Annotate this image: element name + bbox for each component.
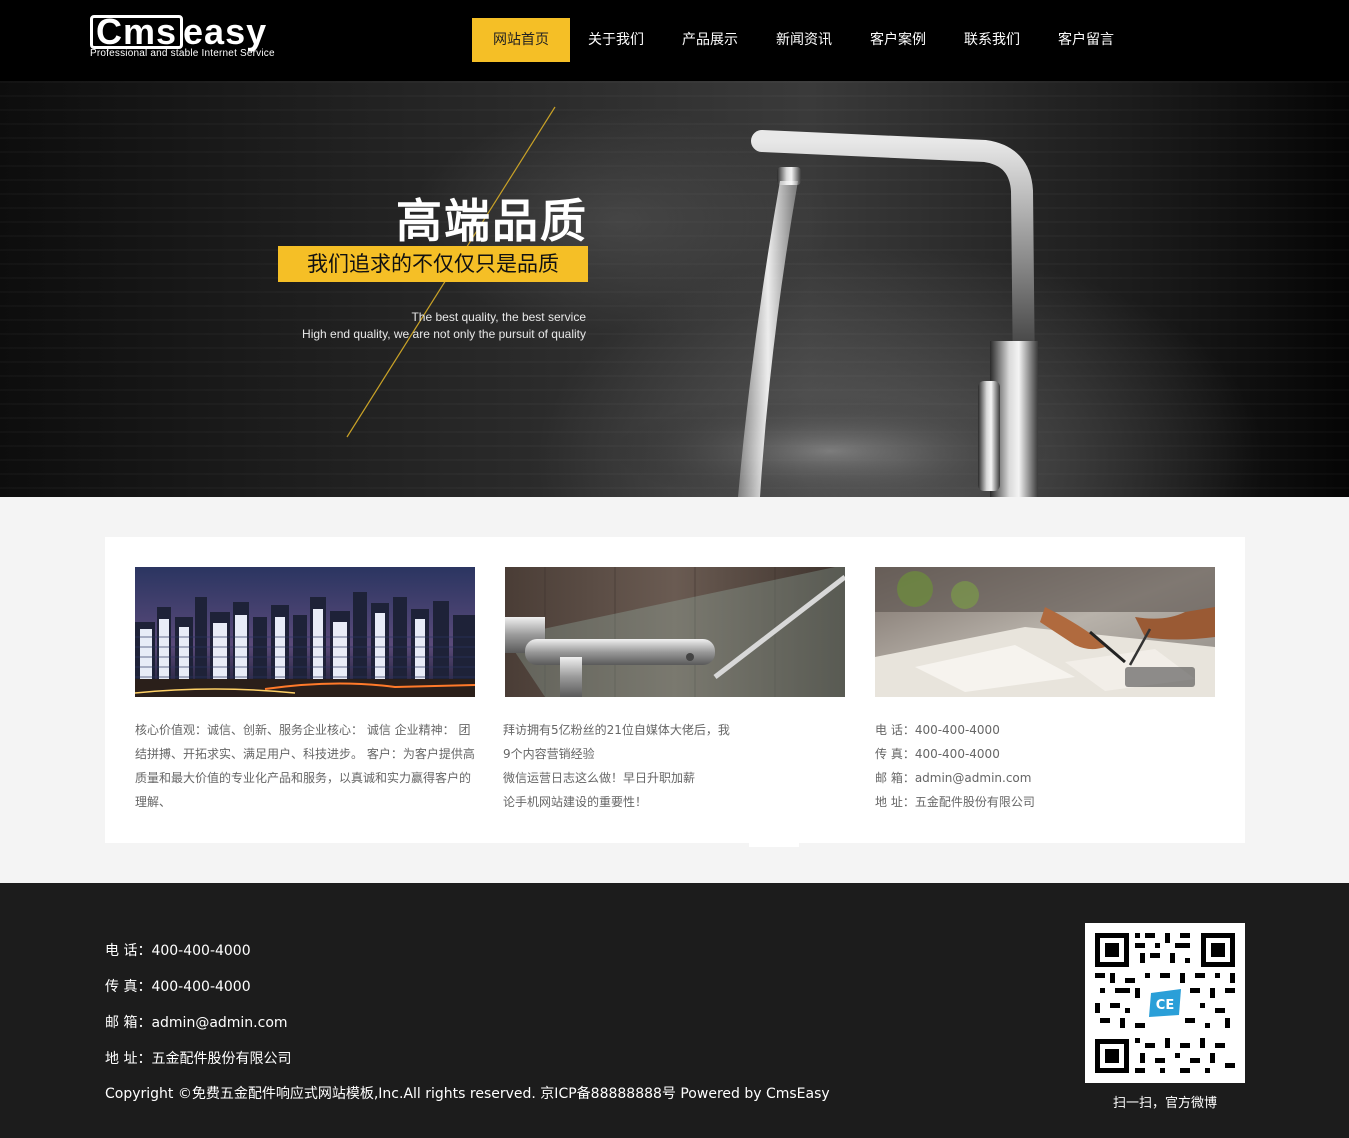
logo-rest-text: easy bbox=[183, 11, 268, 52]
card-about: 核心价值观：诚信、创新、服务企业核心： 诚信 企业精神： 团 结拼搏、开拓求实、… bbox=[135, 567, 475, 814]
hero-banner[interactable]: 高端品质 我们追求的不仅仅只是品质 The best quality, the … bbox=[0, 81, 1349, 497]
card-about-line: 质量和最大价值的专业化产品和服务，以真诚和实力赢得客户的 bbox=[135, 771, 472, 785]
city-skyline-image[interactable] bbox=[135, 567, 475, 697]
footer-phone: 电 话：400-400-4000 bbox=[105, 943, 251, 959]
nav-products[interactable]: 产品展示 bbox=[664, 18, 758, 62]
qr-code-icon: CE bbox=[1085, 923, 1245, 1083]
logo-tagline: Professional and stable Internet Service bbox=[90, 48, 275, 59]
contact-fax: 传 真：400-400-4000 bbox=[875, 747, 1000, 761]
qr-logo-text: CE bbox=[1156, 998, 1174, 1013]
card-about-line: 核心价值观：诚信、创新、服务企业核心： 诚信 企业精神： 团 bbox=[135, 723, 471, 737]
contact-address: 地 址：五金配件股份有限公司 bbox=[875, 795, 1035, 809]
banner-title: 高端品质 bbox=[396, 194, 588, 248]
news-link[interactable]: 拜访拥有5亿粉丝的21位自媒体大佬后，我 bbox=[503, 718, 845, 742]
business-hands-image[interactable] bbox=[875, 567, 1215, 697]
chrome-fixture-image[interactable] bbox=[505, 567, 845, 697]
card-contact: 电 话：400-400-4000 传 真：400-400-4000 邮 箱：ad… bbox=[875, 567, 1215, 814]
footer-copyright: Copyright ©免费五金配件响应式网站模板,Inc.All rights … bbox=[105, 1086, 830, 1102]
faucet-illustration bbox=[346, 106, 1050, 497]
footer-fax: 传 真：400-400-4000 bbox=[105, 979, 251, 995]
site-footer: 电 话：400-400-4000 传 真：400-400-4000 邮 箱：ad… bbox=[0, 883, 1349, 1138]
site-header: Cms easy Professional and stable Internet… bbox=[0, 0, 1349, 81]
nav-guestbook[interactable]: 客户留言 bbox=[1040, 18, 1134, 62]
card-about-line: 理解、 bbox=[135, 795, 172, 809]
news-link[interactable]: 微信运营日志这么做！早日升职加薪 bbox=[503, 766, 845, 790]
contact-email: 邮 箱：admin@admin.com bbox=[875, 771, 1032, 785]
banner-tagline: 我们追求的不仅仅只是品质 bbox=[278, 246, 588, 282]
news-link[interactable]: 论手机网站建设的重要性！ bbox=[503, 790, 845, 814]
news-link[interactable]: 9个内容营销经验 bbox=[503, 742, 845, 766]
content-bottom-tab bbox=[749, 843, 799, 847]
nav-home[interactable]: 网站首页 bbox=[472, 18, 570, 62]
card-about-text: 核心价值观：诚信、创新、服务企业核心： 诚信 企业精神： 团 结拼搏、开拓求实、… bbox=[135, 718, 475, 814]
qr-caption: 扫一扫，官方微博 bbox=[1112, 1096, 1217, 1111]
footer-address: 地 址：五金配件股份有限公司 bbox=[105, 1051, 292, 1067]
footer-email: 邮 箱：admin@admin.com bbox=[105, 1015, 288, 1031]
logo-wordmark: Cms easy bbox=[90, 14, 267, 50]
card-news-text: 拜访拥有5亿粉丝的21位自媒体大佬后，我 9个内容营销经验 微信运营日志这么做！… bbox=[503, 718, 845, 814]
weibo-qr-code: CE bbox=[1085, 923, 1245, 1083]
feature-cards-section: 核心价值观：诚信、创新、服务企业核心： 诚信 企业精神： 团 结拼搏、开拓求实、… bbox=[105, 537, 1245, 843]
site-logo[interactable]: Cms easy Professional and stable Internet… bbox=[90, 14, 305, 60]
nav-cases[interactable]: 客户案例 bbox=[852, 18, 946, 62]
card-about-line: 结拼搏、开拓求实、满足用户、科技进步。 客户：为客户提供高 bbox=[135, 747, 475, 761]
banner-english-line-2: High end quality, we are not only the pu… bbox=[302, 327, 586, 341]
logo-box-text: Cms bbox=[90, 14, 184, 50]
banner-english-line-1: The best quality, the best service bbox=[411, 310, 586, 324]
nav-contact[interactable]: 联系我们 bbox=[946, 18, 1040, 62]
main-nav: 网站首页 关于我们 产品展示 新闻资讯 客户案例 联系我们 客户留言 bbox=[472, 18, 1134, 62]
card-contact-text: 电 话：400-400-4000 传 真：400-400-4000 邮 箱：ad… bbox=[875, 718, 1215, 814]
nav-about[interactable]: 关于我们 bbox=[570, 18, 664, 62]
nav-news[interactable]: 新闻资讯 bbox=[758, 18, 852, 62]
contact-phone: 电 话：400-400-4000 bbox=[875, 723, 1000, 737]
card-news: 拜访拥有5亿粉丝的21位自媒体大佬后，我 9个内容营销经验 微信运营日志这么做！… bbox=[503, 567, 845, 814]
